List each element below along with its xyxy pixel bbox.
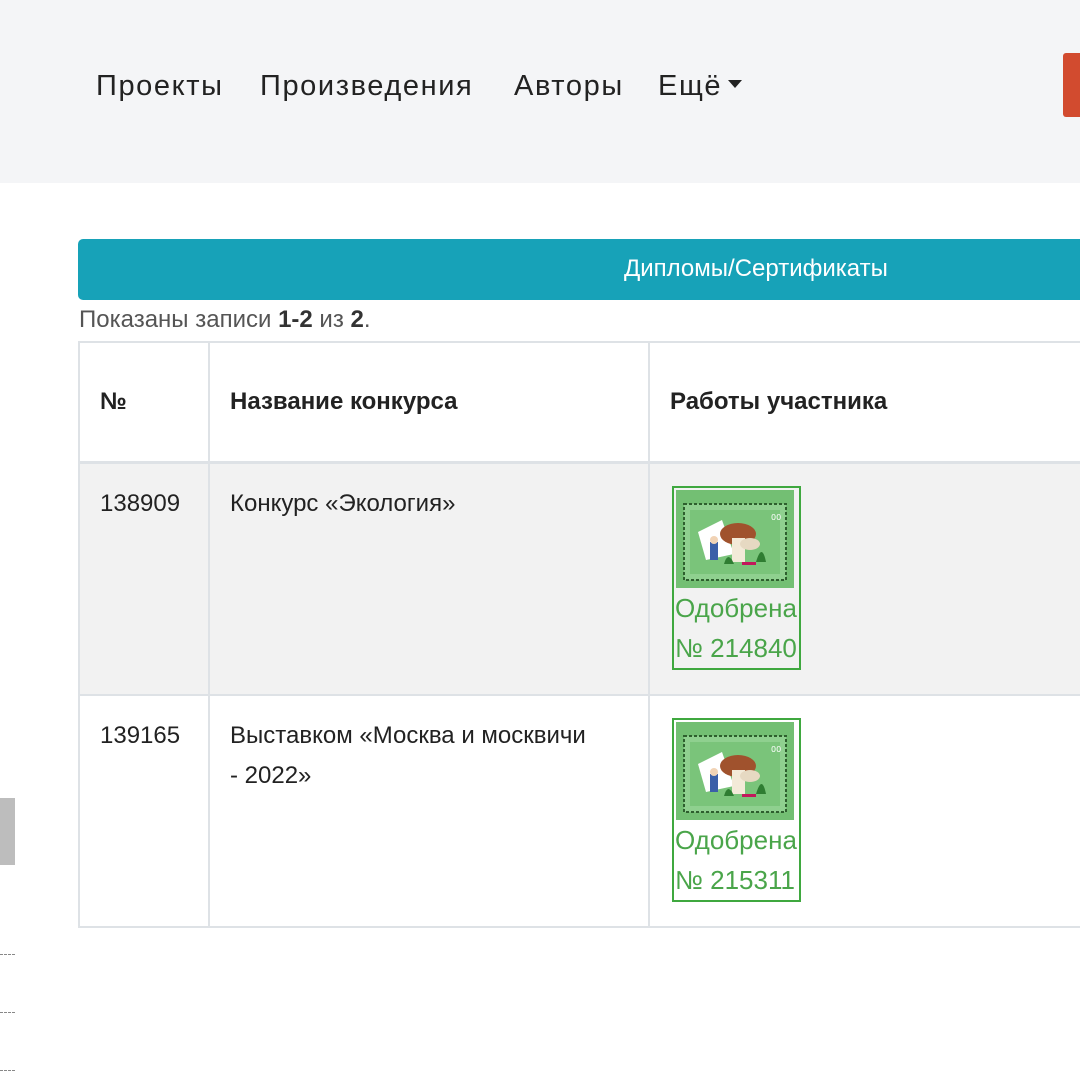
work-card[interactable]: 00 Одобрена № 214840 [672,486,801,670]
cell-works: 00 Одобрена № 215311 [648,694,1080,928]
left-dashed-divider [0,954,15,955]
cell-id: 139165 [78,694,210,928]
column-header-works[interactable]: Работы участника [648,341,1080,464]
summary-of: из [319,306,344,333]
summary-prefix: Показаны записи [79,306,272,333]
stamp-thumbnail[interactable]: 00 [676,490,794,588]
caret-down-icon [728,80,743,89]
diplomas-table: № Название конкурса Работы участника 138… [78,341,1080,928]
nav-authors[interactable]: Авторы [514,70,624,103]
table-header-row: № Название конкурса Работы участника [78,341,1080,464]
nav-more-label: Ещё [658,70,723,102]
cell-id: 138909 [78,461,210,696]
work-number[interactable]: № 215311 [674,860,799,900]
row-id: 138909 [100,490,181,517]
top-navbar: Проекты Произведения Авторы Ещё [0,0,1080,183]
nav-more-dropdown[interactable]: Ещё [658,70,743,103]
cell-works: 00 Одобрена № 214840 [648,461,1080,696]
summary-range: 1-2 [278,306,313,333]
contest-name: Выставком «Москва и москвичи - 2022» [230,722,586,789]
svg-text:00: 00 [771,745,781,754]
nav-projects[interactable]: Проекты [96,70,224,103]
section-title: Дипломы/Сертификаты [624,255,888,282]
cell-contest: Конкурс «Экология» [208,461,650,696]
row-id: 139165 [100,722,181,749]
summary-total: 2 [350,306,364,333]
work-number[interactable]: № 214840 [674,628,799,668]
work-status[interactable]: Одобрена [674,588,799,628]
stamp-thumbnail[interactable]: 00 [676,722,794,820]
table-row: 138909 Конкурс «Экология» 00 Одобрена № … [78,461,1080,696]
work-status[interactable]: Одобрена [674,820,799,860]
records-summary: Показаны записи 1-2 из 2. [79,306,371,334]
accent-action-button[interactable] [1063,53,1080,117]
column-header-contest[interactable]: Название конкурса [208,341,650,464]
work-card[interactable]: 00 Одобрена № 215311 [672,718,801,902]
left-dashed-divider [0,1012,15,1013]
cell-contest: Выставком «Москва и москвичи - 2022» [208,694,650,928]
nav-works[interactable]: Произведения [260,70,473,103]
table-row: 139165 Выставком «Москва и москвичи - 20… [78,694,1080,928]
left-dashed-divider [0,1070,15,1071]
left-edge-scroll-element[interactable] [0,798,15,865]
column-header-number[interactable]: № [78,341,210,464]
contest-name: Конкурс «Экология» [230,490,456,517]
section-header-diplomas: Дипломы/Сертификаты [78,239,1080,300]
summary-end: . [363,306,371,333]
svg-text:00: 00 [771,513,781,522]
